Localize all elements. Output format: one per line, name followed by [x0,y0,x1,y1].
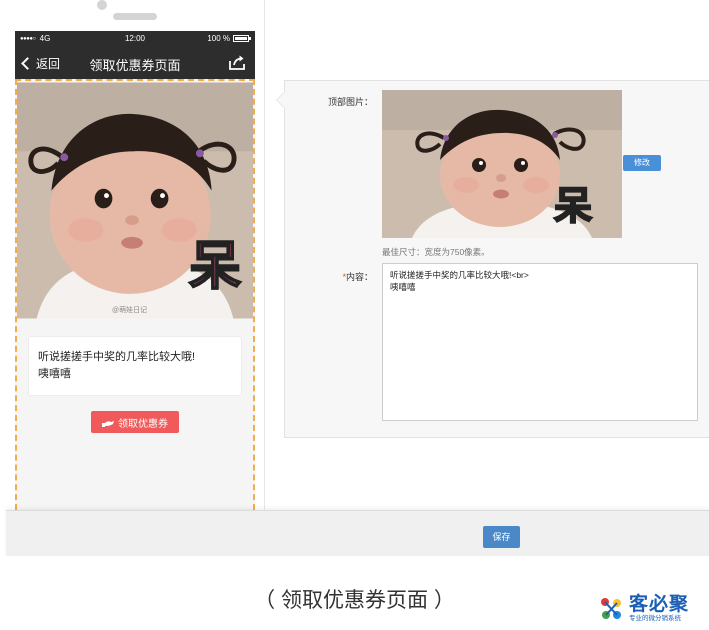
nav-bar: 返回 领取优惠券页面 [15,47,255,79]
save-bar: 保存 [6,510,709,556]
page-title: 领取优惠券页面 [89,58,181,73]
content-line-2: 咦嘻嘻 [38,368,71,380]
claim-coupon-button[interactable]: 领取优惠券 [91,411,179,433]
logo-slogan: 专业的微分销系统 [629,615,681,622]
top-image-thumbnail: 呆 [382,90,622,238]
hand-icon [102,420,114,427]
top-image-label: 顶部图片： [327,97,373,107]
sticker-text: 呆 [188,238,242,296]
battery-label: 100 % [207,34,230,43]
image-watermark: @萌娃日记 [112,307,148,314]
content-textarea[interactable]: 听说搓搓手中奖的几率比较大哦!<br> 咦嘻嘻 [382,263,698,421]
editor-panel: 顶部图片： 呆 修改 最佳尺寸：宽度为750像素。 *内容： 听说搓搓手中奖的几… [276,80,709,438]
phone-mockup: ●●●●○ 4G 12:00 100 % 返回 领取优惠券页面 呆 @萌娃日记 … [0,0,265,510]
save-button[interactable]: 保存 [483,526,520,548]
status-bar: ●●●●○ 4G 12:00 100 % [15,31,255,47]
phone-camera [97,0,107,10]
edit-image-button[interactable]: 修改 [623,155,661,171]
brand-logo: 客必聚 专业的微分销系统 [596,594,689,624]
content-label: 内容： [345,272,373,282]
top-image-preview: 呆 @萌娃日记 [17,81,253,320]
logo-mark-icon [601,598,621,619]
share-icon[interactable] [229,55,245,70]
logo-name: 客必聚 [629,594,690,615]
content-line-1: 听说搓搓手中奖的几率比较大哦! [38,351,196,363]
panel-pointer [276,91,285,109]
thumbnail-sticker-text: 呆 [553,185,593,229]
preview-area: 呆 @萌娃日记 听说搓搓手中奖的几率比较大哦! 咦嘻嘻 领取优惠券 [15,79,255,510]
content-card: 听说搓搓手中奖的几率比较大哦! 咦嘻嘻 [28,336,242,396]
content-label-wrap: *内容： [293,270,373,283]
claim-coupon-label: 领取优惠券 [118,418,168,430]
size-hint: 最佳尺寸：宽度为750像素。 [382,247,490,257]
battery-icon [233,35,251,42]
phone-speaker [113,13,157,20]
